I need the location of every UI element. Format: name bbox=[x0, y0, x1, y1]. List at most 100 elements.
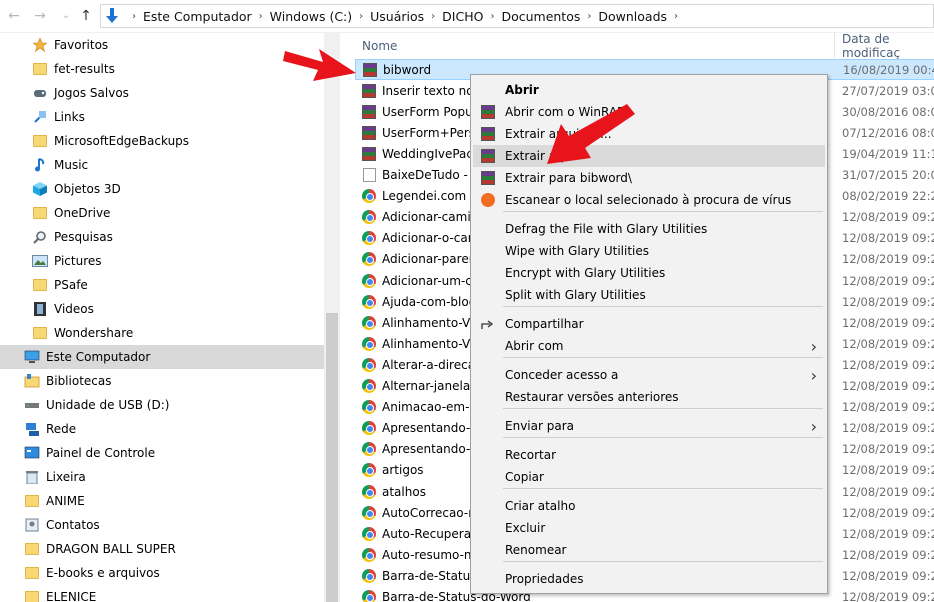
file-name: Adicionar-camin bbox=[382, 210, 479, 225]
chrome-html-icon bbox=[361, 315, 377, 331]
menu-item-excluir[interactable]: Excluir bbox=[473, 517, 825, 539]
menu-item-copiar[interactable]: Copiar bbox=[473, 466, 825, 488]
breadcrumb-item[interactable]: Downloads bbox=[598, 9, 667, 24]
nav-item-label: Music bbox=[54, 158, 89, 172]
column-header-date[interactable]: Data de modificaç bbox=[842, 33, 934, 60]
breadcrumb-chevron-icon[interactable]: › bbox=[431, 11, 435, 22]
nav-item-painel-de-controle[interactable]: Painel de Controle bbox=[0, 441, 324, 465]
download-arrow-icon bbox=[101, 5, 123, 27]
nav-item-pesquisas[interactable]: Pesquisas bbox=[0, 225, 324, 249]
menu-item-escanear-o-local-selecionado-a-procura-de-virus[interactable]: Escanear o local selecionado à procura d… bbox=[473, 189, 825, 211]
nav-item-onedrive[interactable]: OneDrive bbox=[0, 201, 324, 225]
nav-item-jogos-salvos[interactable]: Jogos Salvos bbox=[0, 81, 324, 105]
address-bar[interactable]: › Este Computador › Windows (C:) › Usuários ›… bbox=[100, 4, 934, 28]
nav-item-dragon-ball-super[interactable]: DRAGON BALL SUPER bbox=[0, 537, 324, 561]
nav-item-lixeira[interactable]: Lixeira bbox=[0, 465, 324, 489]
breadcrumb-chevron-icon[interactable]: › bbox=[587, 11, 591, 22]
menu-item-extrair-aqui[interactable]: Extrair aqui bbox=[473, 145, 825, 167]
nav-item-objetos-3d[interactable]: Objetos 3D bbox=[0, 177, 324, 201]
avast-icon bbox=[473, 193, 503, 207]
nav-item-label: E-books e arquivos bbox=[46, 566, 160, 580]
computer-icon bbox=[24, 349, 40, 365]
menu-item-restaurar-versoes-anteriores[interactable]: Restaurar versões anteriores bbox=[473, 386, 825, 408]
file-name: atalhos bbox=[382, 484, 426, 499]
file-name: Alterar-a-direcao bbox=[382, 357, 483, 372]
column-header-name[interactable]: Nome bbox=[362, 33, 397, 58]
breadcrumb-chevron-icon[interactable]: › bbox=[359, 11, 363, 22]
up-arrow-icon[interactable]: ↑ bbox=[78, 8, 94, 24]
nav-item-contatos[interactable]: Contatos bbox=[0, 513, 324, 537]
breadcrumb-item[interactable]: Windows (C:) bbox=[270, 9, 352, 24]
navigation-scrollbar[interactable] bbox=[324, 33, 340, 602]
menu-separator bbox=[503, 437, 823, 438]
winrar-icon bbox=[473, 105, 503, 119]
forward-arrow-icon[interactable]: → bbox=[32, 8, 48, 24]
scrollbar-thumb[interactable] bbox=[326, 313, 338, 602]
nav-item-label: DRAGON BALL SUPER bbox=[46, 542, 176, 556]
menu-item-renomear[interactable]: Renomear bbox=[473, 539, 825, 561]
menu-item-extrair-arquivos[interactable]: Extrair arquivos... bbox=[473, 123, 825, 145]
file-date: 12/08/2019 09:28 bbox=[842, 421, 934, 436]
nav-item-favoritos[interactable]: Favoritos bbox=[0, 33, 324, 57]
menu-item-wipe-with-glary-utilities[interactable]: Wipe with Glary Utilities bbox=[473, 240, 825, 262]
breadcrumb-chevron-icon[interactable]: › bbox=[259, 11, 263, 22]
library-icon bbox=[24, 373, 40, 389]
nav-item-links[interactable]: Links bbox=[0, 105, 324, 129]
menu-item-abrir[interactable]: Abrir bbox=[473, 79, 825, 101]
nav-item-fet-results[interactable]: fet-results bbox=[0, 57, 324, 81]
menu-item-propriedades[interactable]: Propriedades bbox=[473, 568, 825, 590]
chrome-html-icon bbox=[361, 484, 377, 500]
menu-item-conceder-acesso-a[interactable]: Conceder acesso a › bbox=[473, 364, 825, 386]
menu-item-defrag-the-file-with-glary-utilities[interactable]: Defrag the File with Glary Utilities bbox=[473, 218, 825, 240]
column-divider[interactable] bbox=[834, 33, 835, 58]
breadcrumb-item[interactable]: Documentos bbox=[501, 9, 580, 24]
nav-item-microsoftedgebackups[interactable]: MicrosoftEdgeBackups bbox=[0, 129, 324, 153]
nav-item-music[interactable]: Music bbox=[0, 153, 324, 177]
nav-item-anime[interactable]: ANIME bbox=[0, 489, 324, 513]
menu-item-abrir-com-o-winrar[interactable]: Abrir com o WinRAR bbox=[473, 101, 825, 123]
menu-item-compartilhar[interactable]: Compartilhar bbox=[473, 313, 825, 335]
menu-item-split-with-glary-utilities[interactable]: Split with Glary Utilities bbox=[473, 284, 825, 306]
nav-item-label: Videos bbox=[54, 302, 94, 316]
folder-icon bbox=[32, 205, 48, 221]
menu-item-criar-atalho[interactable]: Criar atalho bbox=[473, 495, 825, 517]
file-name: Legendei.com bbox=[382, 189, 467, 204]
menu-separator bbox=[503, 408, 823, 409]
recent-locations-chevron-icon[interactable]: ⌄ bbox=[58, 8, 74, 24]
music-icon bbox=[32, 157, 48, 173]
control-panel-icon bbox=[24, 445, 40, 461]
menu-item-abrir-com[interactable]: Abrir com › bbox=[473, 335, 825, 357]
games-icon bbox=[32, 85, 48, 101]
breadcrumb-item[interactable]: Este Computador bbox=[143, 9, 252, 24]
folder-icon bbox=[32, 133, 48, 149]
breadcrumb-chevron-icon: › bbox=[132, 10, 136, 22]
winrar-archive-icon bbox=[361, 104, 377, 120]
breadcrumb-chevron-icon[interactable]: › bbox=[674, 11, 678, 22]
nav-item-este-computador[interactable]: Este Computador bbox=[0, 345, 324, 369]
nav-item-unidade-de-usb-d[interactable]: Unidade de USB (D:) bbox=[0, 393, 324, 417]
nav-item-e-books-e-arquivos[interactable]: E-books e arquivos bbox=[0, 561, 324, 585]
breadcrumb-chevron-icon[interactable]: › bbox=[490, 11, 494, 22]
breadcrumb-item[interactable]: DICHO bbox=[442, 9, 483, 24]
menu-separator bbox=[503, 561, 823, 562]
winrar-archive-icon bbox=[361, 146, 377, 162]
breadcrumb-item[interactable]: Usuários bbox=[370, 9, 424, 24]
menu-item-extrair-para-bibword[interactable]: Extrair para bibword\ bbox=[473, 167, 825, 189]
nav-item-elenice[interactable]: ELENICE bbox=[0, 585, 324, 602]
menu-item-recortar[interactable]: Recortar bbox=[473, 444, 825, 466]
menu-item-label: Recortar bbox=[505, 448, 557, 462]
nav-item-videos[interactable]: Videos bbox=[0, 297, 324, 321]
file-name: BaixeDeTudo - S bbox=[382, 168, 480, 182]
nav-item-rede[interactable]: Rede bbox=[0, 417, 324, 441]
back-arrow-icon[interactable]: ← bbox=[6, 8, 22, 24]
menu-item-enviar-para[interactable]: Enviar para › bbox=[473, 415, 825, 437]
nav-item-pictures[interactable]: Pictures bbox=[0, 249, 324, 273]
menu-item-encrypt-with-glary-utilities[interactable]: Encrypt with Glary Utilities bbox=[473, 262, 825, 284]
nav-item-psafe[interactable]: PSafe bbox=[0, 273, 324, 297]
nav-item-bibliotecas[interactable]: Bibliotecas bbox=[0, 369, 324, 393]
winrar-icon bbox=[473, 127, 503, 141]
menu-item-label: Split with Glary Utilities bbox=[505, 288, 646, 302]
file-date: 08/02/2019 22:25 bbox=[842, 189, 934, 204]
nav-item-label: Pesquisas bbox=[54, 230, 113, 244]
nav-item-wondershare[interactable]: Wondershare bbox=[0, 321, 324, 345]
